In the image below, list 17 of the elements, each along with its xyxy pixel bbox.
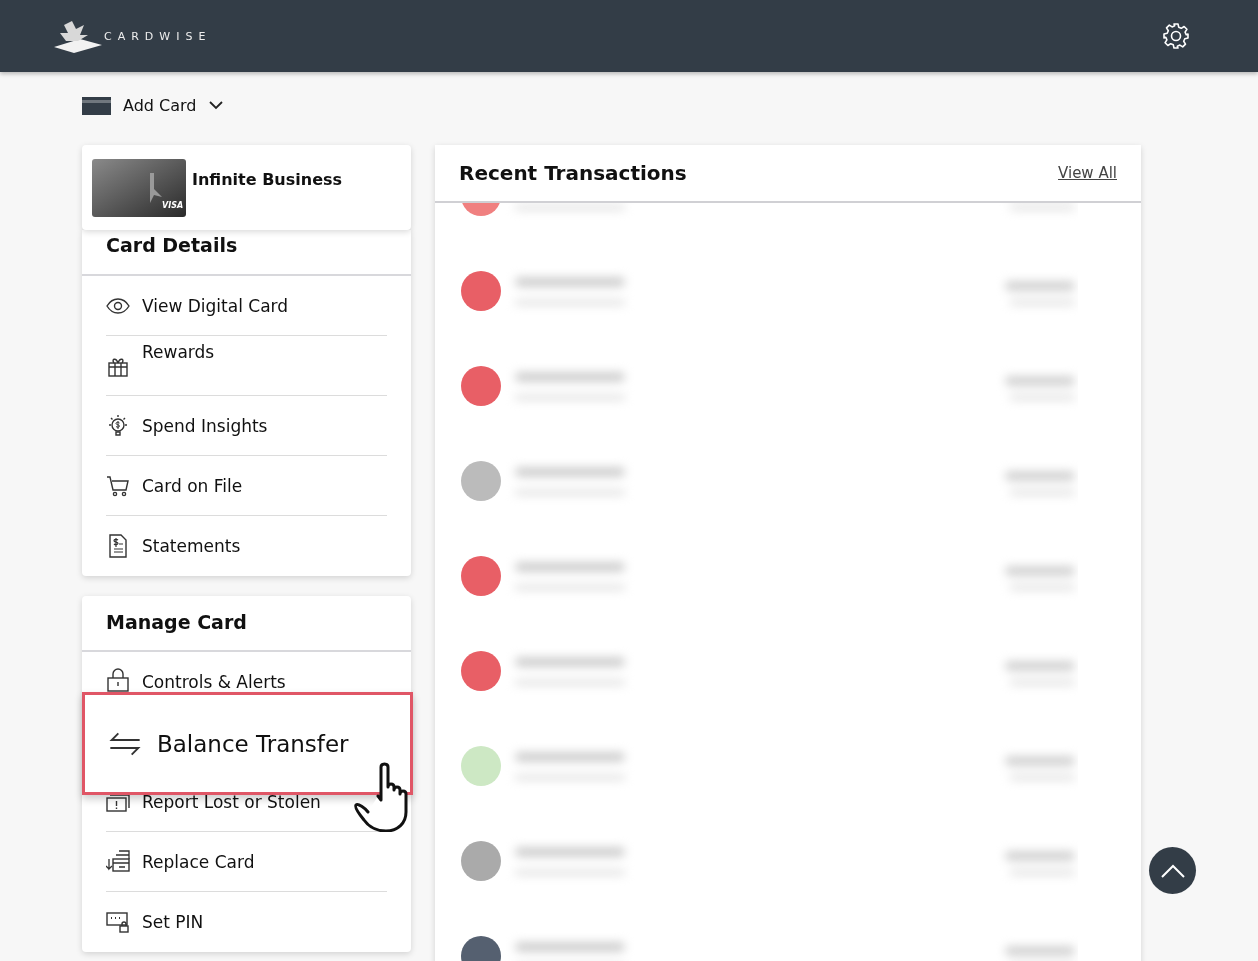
section-title: Manage Card	[82, 596, 411, 652]
menu-item[interactable]: Spend Insights	[106, 396, 387, 456]
section-title: Card Details	[82, 230, 411, 276]
card-network: VISA	[162, 201, 184, 210]
menu-item[interactable]: Replace Card	[106, 832, 387, 892]
brand-name: CARDWISE	[104, 29, 212, 43]
menu-item[interactable]: Rewards	[106, 336, 387, 396]
menu-item[interactable]: View Digital Card	[106, 276, 387, 336]
menu-item[interactable]: Controls & Alerts	[106, 652, 387, 692]
view-all-link[interactable]: View All	[1058, 164, 1117, 182]
panel-title: Recent Transactions	[459, 161, 687, 185]
menu-item[interactable]: Set PIN	[106, 892, 387, 952]
menu-item[interactable]: Card on File	[106, 456, 387, 516]
menu-item[interactable]: Report Lost or Stolen	[106, 772, 387, 832]
card-name: Infinite Business	[192, 170, 343, 189]
menu-item[interactable]: Statements	[106, 516, 387, 576]
add-card-button[interactable]: Add Card	[82, 96, 223, 115]
